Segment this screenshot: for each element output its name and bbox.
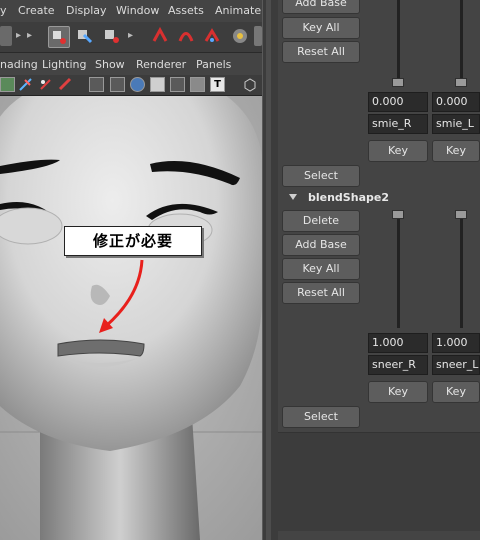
target-name-smie-r[interactable]: smie_R (368, 114, 428, 134)
smooth-shade-icon[interactable] (130, 77, 145, 92)
face-model (0, 96, 262, 540)
snap-grid-icon[interactable] (150, 26, 170, 46)
arrow-icon[interactable]: ▸ (128, 26, 136, 46)
menu-lighting[interactable]: Lighting (42, 58, 86, 71)
add-base-button-2[interactable]: Add Base (282, 234, 360, 256)
menu-assets[interactable]: Assets (168, 4, 204, 17)
select-hierarchy-icon[interactable] (48, 26, 70, 48)
snap-point-icon[interactable] (202, 26, 222, 46)
weight-field-smie-l[interactable]: 0.000 (432, 92, 480, 112)
key-all-button-2[interactable]: Key All (282, 258, 360, 280)
arrow-icon[interactable]: ▸ (16, 26, 24, 46)
menu-window[interactable]: Window (116, 4, 159, 17)
blend-shape-editor: Add Base Key All Reset All 0.000 0.000 s… (278, 0, 480, 540)
key-button-sneer-l[interactable]: Key (432, 381, 480, 403)
slider-handle-smie-l[interactable] (455, 78, 467, 87)
blendshape2-title: blendShape2 (308, 191, 389, 204)
panel-menu-bar: nading Lighting Show Renderer Panels (0, 53, 262, 75)
reset-all-button-2[interactable]: Reset All (282, 282, 360, 304)
slider-track-smie-l[interactable] (460, 0, 463, 82)
grid-toggle-icon[interactable] (89, 77, 104, 92)
weight-field-smie-r[interactable]: 0.000 (368, 92, 428, 112)
key-button-smie-r[interactable]: Key (368, 140, 428, 162)
slider-handle-sneer-l[interactable] (455, 210, 467, 219)
3d-viewport[interactable] (0, 96, 262, 540)
x-ray-icon[interactable] (170, 77, 185, 92)
panel-toolbar: T (0, 75, 262, 96)
blendshape2-header[interactable]: blendShape2 (278, 188, 480, 208)
menu-renderer[interactable]: Renderer (136, 58, 186, 71)
key-all-button[interactable]: Key All (282, 17, 360, 39)
reset-all-button[interactable]: Reset All (282, 41, 360, 63)
target-name-smie-l[interactable]: smie_L (432, 114, 480, 134)
menu-show[interactable]: Show (95, 58, 125, 71)
add-base-button[interactable]: Add Base (282, 0, 360, 14)
menu-shading[interactable]: nading (0, 58, 38, 71)
key-button-sneer-r[interactable]: Key (368, 381, 428, 403)
image-plane-icon[interactable] (38, 77, 53, 92)
maya-viewport-panel: y Create Display Window Assets Animate ▸… (0, 0, 262, 540)
status-line-toolbar: ▸ ▸ ▸ (0, 22, 262, 53)
camera-tool-icon[interactable] (58, 77, 73, 92)
menu-display[interactable]: Display (66, 4, 107, 17)
menu-partial[interactable]: y (0, 4, 7, 17)
select-button-2[interactable]: Select (282, 406, 360, 428)
arrow-icon[interactable]: ▸ (27, 26, 35, 46)
empty-editor-area (278, 432, 480, 531)
target-name-sneer-r[interactable]: sneer_R (368, 355, 428, 375)
menu-animate[interactable]: Animate (215, 4, 261, 17)
panel-splitter-edge (266, 0, 271, 540)
wireframe-icon[interactable] (110, 77, 125, 92)
main-menu-bar: y Create Display Window Assets Animate (0, 0, 262, 22)
target-name-sneer-l[interactable]: sneer_L (432, 355, 480, 375)
key-button-smie-l[interactable]: Key (432, 140, 480, 162)
weight-field-sneer-l[interactable]: 1.000 (432, 333, 480, 353)
slider-handle-sneer-r[interactable] (392, 210, 404, 219)
flat-shade-icon[interactable] (150, 77, 165, 92)
snap-live-icon[interactable] (230, 26, 250, 46)
annotation-callout: 修正が必要 (64, 226, 202, 256)
toolbar-overflow-icon[interactable] (254, 26, 262, 46)
collapse-triangle-icon[interactable] (289, 194, 297, 200)
select-component-icon[interactable] (102, 26, 122, 46)
cube-icon[interactable] (242, 77, 257, 92)
slider-track-sneer-r[interactable] (397, 214, 400, 328)
snap-curve-icon[interactable] (176, 26, 196, 46)
select-object-icon[interactable] (75, 26, 95, 46)
weight-field-sneer-r[interactable]: 1.000 (368, 333, 428, 353)
slider-handle-smie-r[interactable] (392, 78, 404, 87)
bookmark-icon[interactable] (18, 77, 33, 92)
dropdown-icon[interactable] (0, 26, 12, 46)
slider-track-smie-r[interactable] (397, 0, 400, 82)
menu-panels[interactable]: Panels (196, 58, 231, 71)
text-icon[interactable]: T (210, 77, 225, 92)
texture-icon[interactable] (190, 77, 205, 92)
menu-create[interactable]: Create (18, 4, 55, 17)
slider-track-sneer-l[interactable] (460, 214, 463, 328)
delete-button[interactable]: Delete (282, 210, 360, 232)
camera-attributes-icon[interactable] (0, 77, 15, 92)
select-button-top[interactable]: Select (282, 165, 360, 187)
